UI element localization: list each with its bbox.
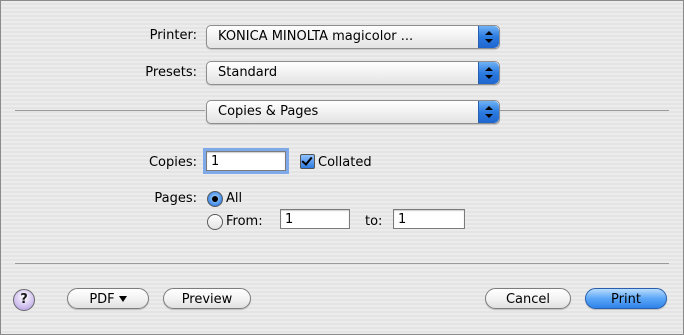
printer-popup-arrows-icon	[478, 26, 499, 48]
pages-from-radio[interactable]	[207, 214, 223, 230]
pages-to-field[interactable]: 1	[393, 209, 465, 229]
printer-label: Printer:	[149, 28, 197, 43]
cancel-button[interactable]: Cancel	[485, 288, 571, 309]
collated-checkbox[interactable]	[300, 154, 315, 169]
presets-popup[interactable]: Standard	[206, 61, 500, 85]
preview-button[interactable]: Preview	[163, 288, 251, 309]
section-popup-arrows-icon	[478, 101, 499, 123]
section-popup[interactable]: Copies & Pages	[206, 100, 500, 124]
presets-popup-arrows-icon	[478, 62, 499, 84]
pdf-button[interactable]: PDF	[67, 288, 149, 309]
copies-field[interactable]: 1	[203, 148, 289, 174]
printer-value: KONICA MINOLTA magicolor ...	[218, 29, 414, 44]
print-dialog: Printer: KONICA MINOLTA magicolor ... Pr…	[0, 0, 684, 335]
print-button[interactable]: Print	[585, 288, 667, 309]
pages-from-label: From:	[226, 214, 263, 229]
collated-label: Collated	[318, 155, 372, 170]
help-button[interactable]: ?	[13, 289, 35, 311]
printer-popup[interactable]: KONICA MINOLTA magicolor ...	[206, 25, 500, 49]
presets-label: Presets:	[145, 65, 197, 80]
section-value: Copies & Pages	[218, 104, 319, 119]
section-divider-right	[499, 110, 669, 111]
pages-all-radio[interactable]	[207, 191, 223, 207]
section-divider-left	[15, 110, 205, 111]
pages-all-label: All	[226, 191, 243, 206]
pages-from-field[interactable]: 1	[280, 209, 350, 229]
chevron-down-icon	[118, 296, 127, 302]
copies-label: Copies:	[148, 155, 197, 170]
pages-label: Pages:	[154, 191, 197, 206]
presets-value: Standard	[218, 65, 278, 80]
pdf-button-label: PDF	[89, 292, 115, 307]
bottom-divider	[15, 263, 669, 264]
pages-to-label: to:	[365, 214, 383, 229]
